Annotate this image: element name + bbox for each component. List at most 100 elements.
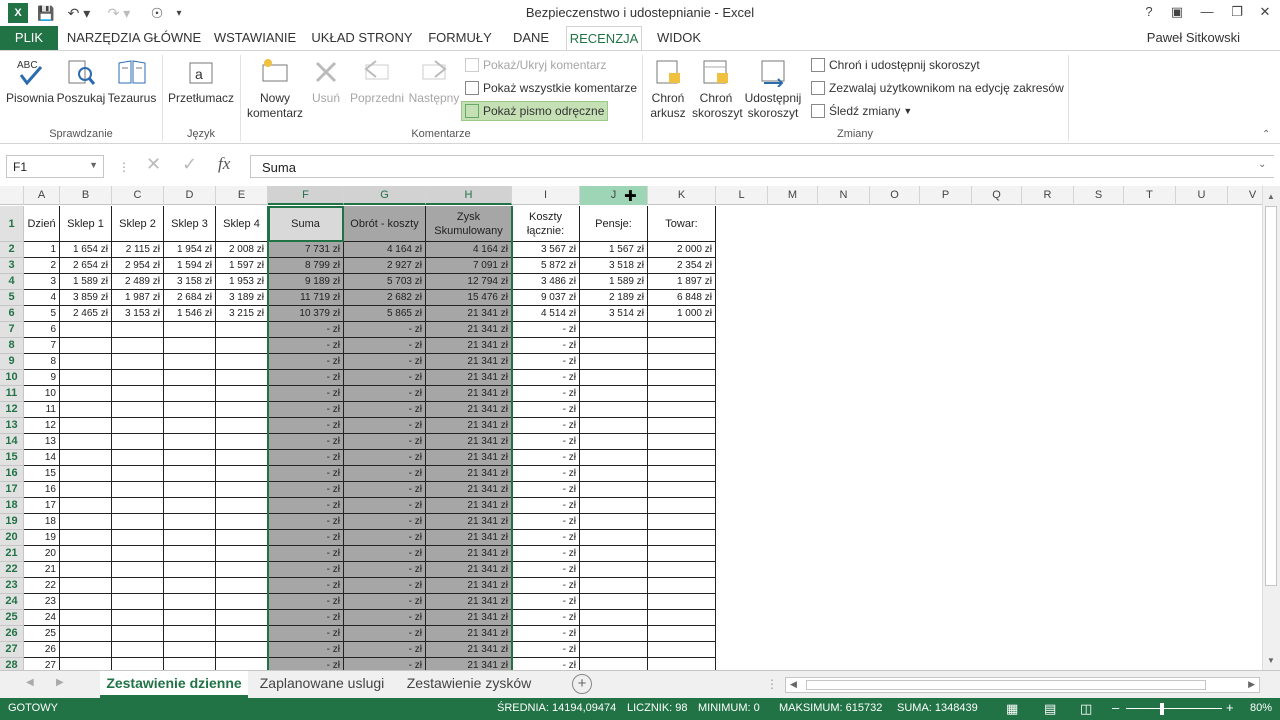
empty-cell[interactable] bbox=[216, 498, 268, 514]
header-cell[interactable]: Pensje: bbox=[580, 206, 648, 242]
data-cell[interactable]: 6 848 zł bbox=[648, 290, 716, 306]
row-header[interactable]: 28 bbox=[0, 658, 24, 670]
cost-cell[interactable]: - zł bbox=[512, 626, 580, 642]
row-header[interactable]: 1 bbox=[0, 206, 24, 242]
empty-cell[interactable] bbox=[60, 434, 112, 450]
scroll-left-icon[interactable]: ◀ bbox=[790, 679, 797, 690]
allow-edit-ranges-button[interactable]: Zezwalaj użytkownikom na edycję zakresów bbox=[808, 78, 1067, 98]
sum-cell[interactable]: - zł bbox=[268, 402, 344, 418]
data-cell[interactable]: 10 379 zł bbox=[268, 306, 344, 322]
sum-cell[interactable]: - zł bbox=[268, 578, 344, 594]
net-cell[interactable]: - zł bbox=[344, 418, 426, 434]
tab-split-handle-icon[interactable]: ⋮ bbox=[766, 677, 778, 691]
cumulative-cell[interactable]: 21 341 zł bbox=[426, 450, 512, 466]
column-header-h[interactable]: H bbox=[426, 186, 512, 205]
net-cell[interactable]: - zł bbox=[344, 370, 426, 386]
empty-cell[interactable] bbox=[580, 578, 648, 594]
cumulative-cell[interactable]: 21 341 zł bbox=[426, 402, 512, 418]
row-header[interactable]: 21 bbox=[0, 546, 24, 562]
data-cell[interactable]: 1 589 zł bbox=[580, 274, 648, 290]
empty-cell[interactable] bbox=[112, 546, 164, 562]
day-cell[interactable]: 15 bbox=[24, 466, 60, 482]
day-cell[interactable]: 18 bbox=[24, 514, 60, 530]
empty-cell[interactable] bbox=[216, 514, 268, 530]
column-header-u[interactable]: U bbox=[1176, 186, 1228, 205]
data-cell[interactable]: 4 514 zł bbox=[512, 306, 580, 322]
empty-cell[interactable] bbox=[580, 434, 648, 450]
data-cell[interactable]: 4 bbox=[24, 290, 60, 306]
formula-bar-options-icon[interactable]: ⋮ bbox=[118, 160, 130, 174]
data-cell[interactable]: 3 567 zł bbox=[512, 242, 580, 258]
data-cell[interactable]: 5 703 zł bbox=[344, 274, 426, 290]
row-header[interactable]: 23 bbox=[0, 578, 24, 594]
day-cell[interactable]: 23 bbox=[24, 594, 60, 610]
row-header[interactable]: 19 bbox=[0, 514, 24, 530]
sheet-tab-daily[interactable]: Zestawienie dzienne bbox=[100, 671, 248, 698]
data-cell[interactable]: 3 158 zł bbox=[164, 274, 216, 290]
sum-cell[interactable]: - zł bbox=[268, 626, 344, 642]
show-hide-comment-button[interactable]: Pokaż/Ukryj komentarz bbox=[462, 55, 609, 75]
net-cell[interactable]: - zł bbox=[344, 498, 426, 514]
empty-cell[interactable] bbox=[112, 434, 164, 450]
sum-cell[interactable]: - zł bbox=[268, 658, 344, 670]
empty-cell[interactable] bbox=[580, 610, 648, 626]
empty-cell[interactable] bbox=[112, 370, 164, 386]
day-cell[interactable]: 13 bbox=[24, 434, 60, 450]
empty-cell[interactable] bbox=[164, 322, 216, 338]
empty-cell[interactable] bbox=[112, 626, 164, 642]
header-cell[interactable]: Dzień bbox=[24, 206, 60, 242]
sheet-tab-profits[interactable]: Zestawienie zysków bbox=[398, 671, 540, 698]
empty-cell[interactable] bbox=[60, 418, 112, 434]
empty-cell[interactable] bbox=[648, 594, 716, 610]
row-header[interactable]: 15 bbox=[0, 450, 24, 466]
net-cell[interactable]: - zł bbox=[344, 562, 426, 578]
empty-cell[interactable] bbox=[580, 402, 648, 418]
column-header-s[interactable]: S bbox=[1074, 186, 1124, 205]
scroll-right-icon[interactable]: ▶ bbox=[1248, 679, 1255, 690]
empty-cell[interactable] bbox=[60, 402, 112, 418]
empty-cell[interactable] bbox=[216, 386, 268, 402]
cumulative-cell[interactable]: 21 341 zł bbox=[426, 418, 512, 434]
empty-cell[interactable] bbox=[112, 610, 164, 626]
data-cell[interactable]: 2 489 zł bbox=[112, 274, 164, 290]
cost-cell[interactable]: - zł bbox=[512, 370, 580, 386]
row-header[interactable]: 7 bbox=[0, 322, 24, 338]
empty-cell[interactable] bbox=[60, 562, 112, 578]
empty-cell[interactable] bbox=[112, 498, 164, 514]
insert-function-icon[interactable]: fx bbox=[218, 154, 230, 174]
vertical-scrollbar[interactable]: ▲ ▼ bbox=[1262, 186, 1280, 670]
tab-page-layout[interactable]: UKŁAD STRONY bbox=[308, 26, 416, 50]
net-cell[interactable]: - zł bbox=[344, 546, 426, 562]
share-workbook-button[interactable]: Udostępnij skoroszyt bbox=[742, 57, 804, 121]
empty-cell[interactable] bbox=[164, 450, 216, 466]
data-cell[interactable]: 3 bbox=[24, 274, 60, 290]
empty-cell[interactable] bbox=[112, 642, 164, 658]
empty-cell[interactable] bbox=[112, 450, 164, 466]
net-cell[interactable]: - zł bbox=[344, 450, 426, 466]
empty-cell[interactable] bbox=[112, 402, 164, 418]
translate-button[interactable]: a Przetłumacz bbox=[166, 57, 236, 106]
data-cell[interactable]: 2 682 zł bbox=[344, 290, 426, 306]
net-cell[interactable]: - zł bbox=[344, 530, 426, 546]
empty-cell[interactable] bbox=[648, 658, 716, 670]
empty-cell[interactable] bbox=[648, 546, 716, 562]
empty-cell[interactable] bbox=[216, 562, 268, 578]
empty-cell[interactable] bbox=[580, 562, 648, 578]
empty-cell[interactable] bbox=[112, 514, 164, 530]
empty-cell[interactable] bbox=[60, 658, 112, 670]
horizontal-scrollbar[interactable]: ◀ ▶ bbox=[785, 677, 1260, 693]
empty-cell[interactable] bbox=[60, 482, 112, 498]
net-cell[interactable]: - zł bbox=[344, 402, 426, 418]
sum-cell[interactable]: - zł bbox=[268, 498, 344, 514]
sum-cell[interactable]: - zł bbox=[268, 338, 344, 354]
data-cell[interactable]: 3 215 zł bbox=[216, 306, 268, 322]
column-header-e[interactable]: E bbox=[216, 186, 268, 205]
day-cell[interactable]: 17 bbox=[24, 498, 60, 514]
empty-cell[interactable] bbox=[648, 466, 716, 482]
empty-cell[interactable] bbox=[580, 418, 648, 434]
cumulative-cell[interactable]: 21 341 zł bbox=[426, 530, 512, 546]
page-break-view-icon[interactable]: ◫ bbox=[1080, 701, 1092, 717]
spreadsheet-grid[interactable]: A B C D E F G H I J K L M N O P Q R S T U V ✚ 1 2 3 4 5 6 7 8 9 10 11 12 1… bbox=[0, 186, 1262, 670]
empty-cell[interactable] bbox=[164, 514, 216, 530]
zoom-in-icon[interactable]: + bbox=[1226, 700, 1234, 715]
